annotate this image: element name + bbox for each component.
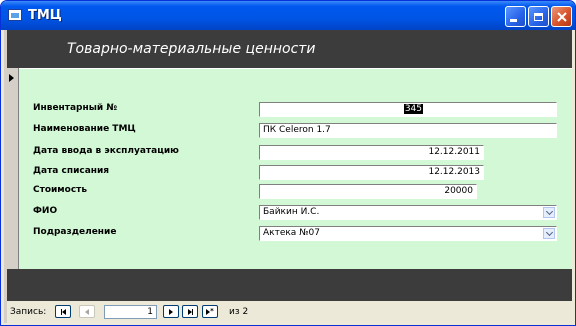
item-name-field[interactable]: ПК Celeron 1.7 [259, 123, 557, 138]
record-label: Запись: [10, 307, 47, 317]
previous-record-button[interactable] [79, 305, 95, 318]
title-bar[interactable]: ТМЦ [1, 1, 575, 30]
new-record-icon: * [206, 308, 214, 315]
form-header: Товарно-материальные ценности [7, 30, 572, 68]
maximize-button[interactable] [528, 6, 549, 27]
close-icon [556, 11, 567, 22]
form-client-area: Товарно-материальные ценности Инвентарны… [4, 30, 572, 323]
maximize-icon [534, 12, 543, 21]
previous-record-icon [85, 308, 89, 315]
record-navigation-bar: Запись: 1 * из 2 [7, 301, 572, 323]
inventory-number-field[interactable]: 345 [259, 102, 557, 117]
new-record-button[interactable]: * [202, 305, 218, 318]
record-selector[interactable] [7, 68, 19, 269]
next-record-icon [169, 308, 173, 315]
fio-dropdown-button[interactable] [543, 207, 555, 218]
close-button[interactable] [551, 6, 572, 27]
writeoff-date-field[interactable]: 12.12.2013 [259, 165, 484, 180]
label-commission-date: Дата ввода в эксплуатацию [33, 146, 179, 156]
label-item-name: Наименование ТМЦ [33, 124, 136, 134]
commission-date-field[interactable]: 12.12.2011 [259, 145, 484, 160]
chevron-down-icon [545, 228, 553, 237]
record-count: из 2 [229, 307, 249, 317]
last-record-icon [187, 308, 193, 315]
divider [19, 68, 572, 69]
minimize-icon [509, 19, 517, 22]
label-inventory-number: Инвентарный № [33, 103, 118, 113]
fio-combo[interactable]: Байкин И.С. [259, 205, 557, 220]
chevron-down-icon [545, 207, 553, 216]
fio-value: Байкин И.С. [263, 207, 320, 217]
label-writeoff-date: Дата списания [33, 166, 110, 176]
label-fio: ФИО [33, 206, 58, 216]
window: ТМЦ Товарно-материальные ценности Инвент… [0, 0, 576, 326]
first-record-button[interactable] [55, 305, 71, 318]
department-combo[interactable]: Актека №07 [259, 226, 557, 241]
form-detail: Инвентарный № 345 Наименование ТМЦ ПК Ce… [19, 68, 572, 269]
form-footer [7, 269, 572, 301]
window-title: ТМЦ [28, 8, 62, 23]
first-record-icon [60, 308, 66, 315]
next-record-button[interactable] [163, 305, 179, 318]
last-record-button[interactable] [182, 305, 198, 318]
cost-field[interactable]: 20000 [259, 184, 477, 199]
inventory-number-value: 345 [403, 104, 423, 114]
department-value: Актека №07 [263, 228, 320, 238]
minimize-button[interactable] [505, 6, 526, 27]
form-icon[interactable] [8, 9, 22, 21]
label-department: Подразделение [33, 227, 117, 237]
label-cost: Стоимость [33, 185, 88, 195]
department-dropdown-button[interactable] [543, 228, 555, 239]
record-number-input[interactable]: 1 [104, 305, 157, 319]
form-title: Товарно-материальные ценности [67, 41, 316, 57]
record-pointer-icon [9, 74, 14, 82]
